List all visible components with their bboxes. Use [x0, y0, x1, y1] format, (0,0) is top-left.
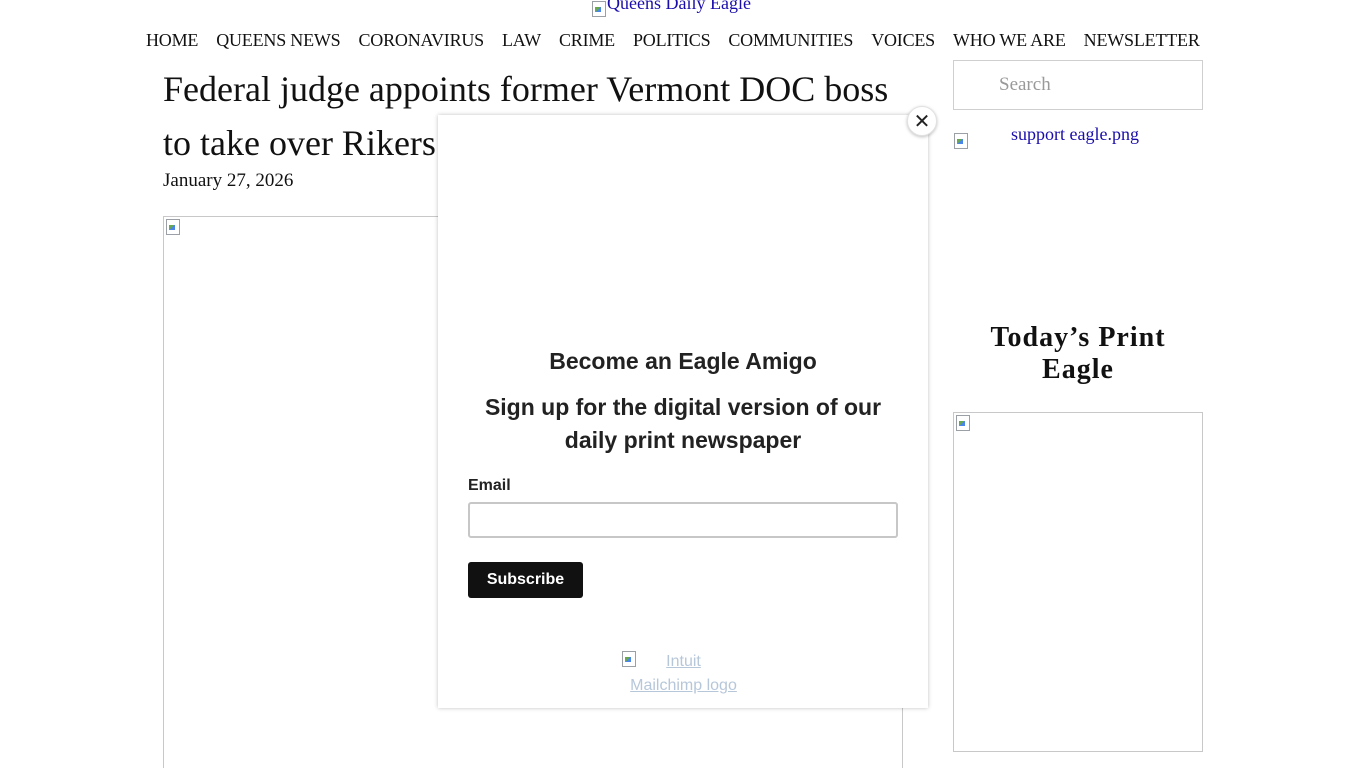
close-icon: ✕	[913, 109, 931, 133]
main-nav: HOME QUEENS NEWS CORONAVIRUS LAW CRIME P…	[137, 28, 1209, 52]
email-label: Email	[468, 477, 511, 494]
subscribe-button[interactable]: Subscribe	[468, 562, 583, 598]
support-image-alt-text: support eagle.png	[1011, 124, 1139, 144]
site-logo[interactable]: Queens Daily Eagle	[591, 0, 751, 20]
support-eagle-image[interactable]: support eagle.png	[953, 124, 1203, 156]
page: Queens Daily Eagle HOME QUEENS NEWS CORO…	[0, 0, 1366, 768]
broken-image-icon	[165, 218, 181, 235]
nav-item-politics[interactable]: POLITICS	[624, 28, 719, 52]
nav-item-crime[interactable]: CRIME	[550, 28, 624, 52]
broken-image-icon	[621, 650, 637, 667]
nav-item-law[interactable]: LAW	[493, 28, 550, 52]
broken-image-icon	[591, 0, 607, 17]
search-input[interactable]	[953, 60, 1203, 110]
popup-close-button[interactable]: ✕	[907, 106, 937, 136]
nav-item-queens-news[interactable]: QUEENS NEWS	[207, 28, 349, 52]
email-field[interactable]	[468, 502, 898, 538]
nav-item-voices[interactable]: VOICES	[862, 28, 944, 52]
logo-alt-text: Queens Daily Eagle	[607, 0, 751, 13]
broken-image-icon	[953, 132, 969, 149]
mailchimp-logo-alt-line2: Mailchimp logo	[630, 677, 737, 694]
nav-item-who-we-are[interactable]: WHO WE ARE	[944, 28, 1075, 52]
nav-item-home[interactable]: HOME	[137, 28, 207, 52]
nav-item-newsletter[interactable]: NEWSLETTER	[1075, 28, 1209, 52]
popup-title: Become an Eagle Amigo	[549, 348, 817, 374]
broken-image-icon	[955, 414, 971, 431]
mailchimp-logo-alt-line1: Intuit	[666, 653, 701, 670]
print-eagle-image[interactable]	[953, 412, 1203, 752]
nav-item-communities[interactable]: COMMUNITIES	[719, 28, 862, 52]
print-eagle-heading: Today’s Print Eagle	[990, 322, 1166, 385]
nav-item-coronavirus[interactable]: CORONAVIRUS	[350, 28, 494, 52]
article-date: January 27, 2026	[163, 170, 294, 191]
mailchimp-logo-link[interactable]: Intuit Mailchimp logo	[621, 650, 746, 698]
newsletter-popup: ✕ Become an Eagle Amigo Sign up for the …	[438, 106, 937, 708]
popup-subtitle: Sign up for the digital version of our d…	[484, 394, 882, 453]
